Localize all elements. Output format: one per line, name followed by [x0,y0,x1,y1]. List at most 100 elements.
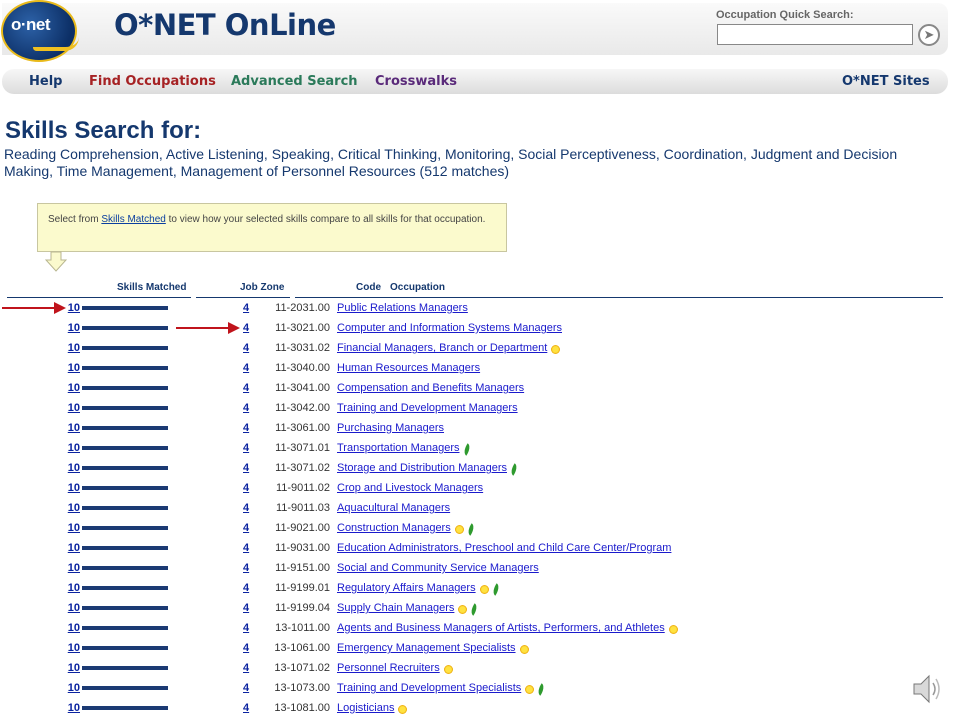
occupation-link[interactable]: Financial Managers, Branch or Department [337,341,547,355]
skills-matched-score-link[interactable]: 10 [68,501,80,515]
job-zone-link[interactable]: 4 [243,541,249,555]
occupation-link[interactable]: Emergency Management Specialists [337,641,516,655]
skills-matched-score-link[interactable]: 10 [68,341,80,355]
table-row: 10 4 13-1061.00 Emergency Management Specia… [0,641,960,661]
skills-matched-score-link[interactable]: 10 [68,481,80,495]
nav-find-occupations[interactable]: Find Occupations [89,74,216,89]
bright-outlook-sun-icon[interactable] [480,584,489,594]
occupation-link[interactable]: Agents and Business Managers of Artists,… [337,621,665,635]
green-economy-leaf-icon[interactable] [535,682,547,696]
bright-outlook-sun-icon[interactable] [398,704,407,714]
tip-skills-matched-link[interactable]: Skills Matched [101,214,165,225]
skills-matched-score-link[interactable]: 10 [68,521,80,535]
occupation-link[interactable]: Computer and Information Systems Manager… [337,321,562,335]
col-header-job-zone[interactable]: Job Zone [240,282,284,293]
skills-matched-score-link[interactable]: 10 [68,381,80,395]
occupation-link[interactable]: Education Administrators, Preschool and … [337,541,671,555]
green-economy-leaf-icon[interactable] [465,522,477,536]
col-header-code[interactable]: Code [356,282,381,293]
occupation-code: 11-9199.04 [275,602,330,614]
job-zone-link[interactable]: 4 [243,561,249,575]
app-title[interactable]: O*NET OnLine [114,8,336,42]
skills-matched-score-link[interactable]: 10 [68,461,80,475]
skills-matched-score-link[interactable]: 10 [68,301,80,315]
skills-matched-score-link[interactable]: 10 [68,641,80,655]
green-economy-leaf-icon[interactable] [468,602,480,616]
col-header-occupation[interactable]: Occupation [390,282,445,293]
job-zone-link[interactable]: 4 [243,661,249,675]
skills-matched-score-link[interactable]: 10 [68,441,80,455]
occupation-link[interactable]: Training and Development Managers [337,401,518,415]
speaker-icon[interactable] [912,673,942,705]
occupation-link[interactable]: Training and Development Specialists [337,681,521,695]
skills-matched-score-link[interactable]: 10 [68,601,80,615]
skills-matched-score-link[interactable]: 10 [68,701,80,715]
skills-matched-score-link[interactable]: 10 [68,421,80,435]
job-zone-link[interactable]: 4 [243,641,249,655]
skills-matched-score-link[interactable]: 10 [68,321,80,335]
skills-matched-score-link[interactable]: 10 [68,621,80,635]
occupation-link[interactable]: Crop and Livestock Managers [337,481,483,495]
occupation-link[interactable]: Compensation and Benefits Managers [337,381,524,395]
quick-search-go-button[interactable]: ➤ [918,24,940,46]
nav-onet-sites[interactable]: O*NET Sites [842,74,930,89]
bright-outlook-sun-icon[interactable] [520,644,529,654]
bright-outlook-sun-icon[interactable] [444,664,453,674]
job-zone-link[interactable]: 4 [243,301,249,315]
bright-outlook-sun-icon[interactable] [525,684,534,694]
nav-advanced-search[interactable]: Advanced Search [231,74,358,89]
job-zone-link[interactable]: 4 [243,361,249,375]
quick-search-input[interactable] [717,24,913,45]
job-zone-link[interactable]: 4 [243,441,249,455]
job-zone-link[interactable]: 4 [243,501,249,515]
occupation-link[interactable]: Regulatory Affairs Managers [337,581,476,595]
job-zone-link[interactable]: 4 [243,701,249,715]
occupation-link[interactable]: Aquacultural Managers [337,501,450,515]
job-zone-link[interactable]: 4 [243,381,249,395]
onet-logo[interactable]: o·net [1,0,79,62]
job-zone-link[interactable]: 4 [243,421,249,435]
job-zone-link[interactable]: 4 [243,621,249,635]
job-zone-link[interactable]: 4 [243,341,249,355]
occupation-link[interactable]: Transportation Managers [337,441,460,455]
skills-matched-score-link[interactable]: 10 [68,401,80,415]
job-zone-link[interactable]: 4 [243,321,249,335]
green-economy-leaf-icon[interactable] [490,582,502,596]
occupation-link[interactable]: Social and Community Service Managers [337,561,539,575]
job-zone-link[interactable]: 4 [243,521,249,535]
occupation-link[interactable]: Storage and Distribution Managers [337,461,507,475]
job-zone-link[interactable]: 4 [243,461,249,475]
occupation-code: 11-3021.00 [275,322,330,334]
bright-outlook-sun-icon[interactable] [551,344,560,354]
skills-matched-score-link[interactable]: 10 [68,661,80,675]
skills-matched-score-link[interactable]: 10 [68,681,80,695]
job-zone-link[interactable]: 4 [243,401,249,415]
bright-outlook-sun-icon[interactable] [455,524,464,534]
occupation-link[interactable]: Logisticians [337,701,394,715]
green-economy-leaf-icon[interactable] [461,442,473,456]
bright-outlook-sun-icon[interactable] [458,604,467,614]
skills-matched-score-link[interactable]: 10 [68,561,80,575]
table-row: 10 4 11-9021.00 Construction Managers [0,521,960,541]
occupation-code: 11-2031.00 [275,302,330,314]
job-zone-link[interactable]: 4 [243,601,249,615]
col-header-skills-matched[interactable]: Skills Matched [117,282,186,293]
nav-crosswalks[interactable]: Crosswalks [375,74,457,89]
skills-matched-score-link[interactable]: 10 [68,581,80,595]
occupation-link[interactable]: Human Resources Managers [337,361,480,375]
job-zone-link[interactable]: 4 [243,681,249,695]
bright-outlook-sun-icon[interactable] [669,624,678,634]
occupation-link[interactable]: Public Relations Managers [337,301,468,315]
skills-matched-score-link[interactable]: 10 [68,541,80,555]
occupation-link[interactable]: Supply Chain Managers [337,601,454,615]
job-zone-link[interactable]: 4 [243,581,249,595]
job-zone-link[interactable]: 4 [243,481,249,495]
occupation-link[interactable]: Personnel Recruiters [337,661,440,675]
skills-matched-bar [82,626,168,630]
skills-matched-score-link[interactable]: 10 [68,361,80,375]
nav-help[interactable]: Help [29,74,62,89]
green-economy-leaf-icon[interactable] [508,462,520,476]
occupation-link[interactable]: Construction Managers [337,521,451,535]
occupation-flags [476,582,502,596]
occupation-link[interactable]: Purchasing Managers [337,421,444,435]
